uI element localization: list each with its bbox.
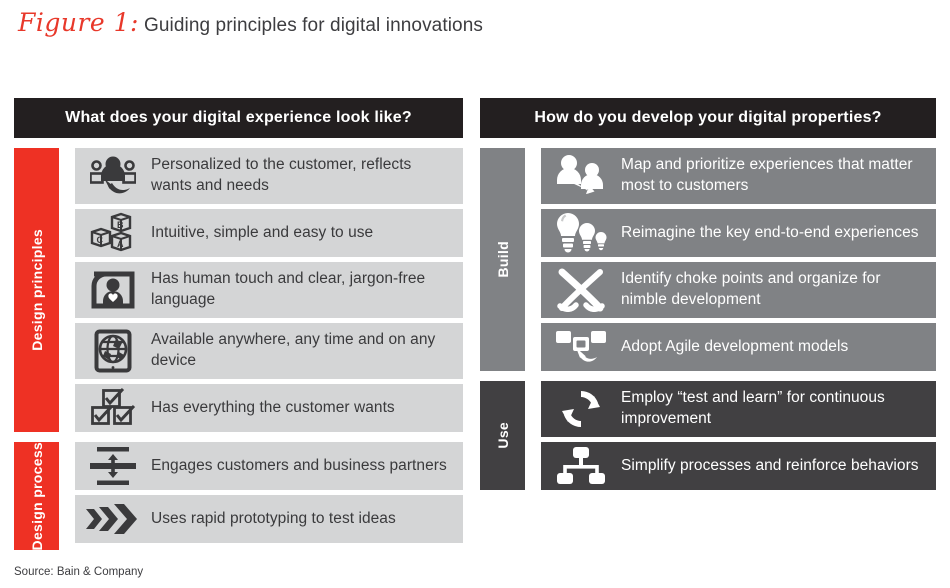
list-item-label: Reimagine the key end-to-end experiences: [621, 223, 919, 241]
figure-label: Figure 1:: [18, 8, 139, 37]
group-tab-design-principles: Design principles: [14, 148, 59, 432]
list-item-label: Has human touch and clear, jargon-free l…: [151, 270, 426, 308]
row-icon-wrapper: [75, 445, 151, 487]
two-people-arrow-icon: [555, 154, 607, 198]
svg-text:B: B: [117, 220, 124, 230]
list-item-label: Adopt Agile development models: [621, 337, 849, 355]
org-chart-icon: [556, 446, 606, 486]
list-item[interactable]: Engages customers and business partners: [75, 442, 463, 490]
row-icon-wrapper: [541, 446, 621, 486]
right-column: How do you develop your digital properti…: [480, 98, 936, 490]
group-tab-label: Design principles: [28, 229, 45, 351]
row-icon-wrapper: [541, 387, 621, 431]
list-item[interactable]: Adopt Agile development models: [541, 323, 936, 371]
page-title: Figure 1: Guiding principles for digital …: [18, 8, 483, 37]
svg-text:A: A: [117, 239, 124, 249]
row-icon-wrapper: [541, 268, 621, 312]
people-group-icon: [90, 155, 136, 197]
row-icon-wrapper: [541, 326, 621, 368]
left-column: What does your digital experience look l…: [14, 98, 463, 551]
row-icon-wrapper: [541, 211, 621, 255]
list-item[interactable]: Map and prioritize experiences that matt…: [541, 148, 936, 204]
list-item-label: Has everything the customer wants: [151, 398, 395, 416]
list-item-label: Intuitive, simple and easy to use: [151, 223, 374, 241]
triple-chevron-arrow-icon: [86, 503, 140, 535]
group-build: Build Map and prioritize experiences tha…: [480, 148, 936, 371]
list-item-label: Employ “test and learn” for continuous i…: [621, 389, 885, 427]
list-item-label: Uses rapid prototyping to test ideas: [151, 509, 396, 527]
group-tab-design-process: Design process: [14, 442, 59, 551]
circular-refresh-icon: [558, 387, 604, 431]
list-item[interactable]: Identify choke points and organize for n…: [541, 262, 936, 318]
list-item[interactable]: Employ “test and learn” for continuous i…: [541, 381, 936, 437]
source-note: Source: Bain & Company: [14, 566, 144, 578]
row-icon-wrapper: [75, 387, 151, 429]
list-item[interactable]: Simplify processes and reinforce behavio…: [541, 442, 936, 490]
list-item-label: Identify choke points and organize for n…: [621, 270, 881, 308]
group-rows: Engages customers and business partners …: [75, 442, 463, 550]
group-tab-label: Design process: [28, 442, 45, 551]
group-tab-label: Build: [494, 241, 511, 278]
group-tab-label: Use: [494, 422, 511, 449]
list-item-label: Personalized to the customer, reflects w…: [151, 156, 412, 194]
list-item-label: Available anywhere, any time and on any …: [151, 331, 436, 369]
compress-arrows-icon: [88, 445, 138, 487]
list-item[interactable]: Has human touch and clear, jargon-free l…: [75, 262, 463, 318]
right-column-header: How do you develop your digital properti…: [480, 98, 936, 138]
list-item-label: Map and prioritize experiences that matt…: [621, 156, 913, 194]
list-item[interactable]: B C A Intuitive, simple and easy to use: [75, 209, 463, 257]
person-heart-frame-icon: [91, 270, 135, 310]
row-icon-wrapper: B C A: [75, 212, 151, 254]
row-icon-wrapper: [541, 154, 621, 198]
tablet-globe-icon: [94, 329, 132, 373]
row-icon-wrapper: [75, 270, 151, 310]
list-item[interactable]: Personalized to the customer, reflects w…: [75, 148, 463, 204]
screens-arrow-icon: [555, 326, 607, 368]
group-tab-build: Build: [480, 148, 525, 371]
right-column-groups: Build Map and prioritize experiences tha…: [480, 148, 936, 490]
figure-title-text: Guiding principles for digital innovatio…: [143, 15, 483, 36]
checkboxes-icon: [90, 387, 136, 429]
group-rows: Employ “test and learn” for continuous i…: [541, 381, 936, 490]
group-rows: Map and prioritize experiences that matt…: [541, 148, 936, 371]
left-column-header: What does your digital experience look l…: [14, 98, 463, 138]
list-item[interactable]: Available anywhere, any time and on any …: [75, 323, 463, 379]
row-icon-wrapper: [75, 155, 151, 197]
group-design-principles: Design principles Personalized to the cu…: [14, 148, 463, 432]
svg-text:C: C: [97, 235, 104, 245]
row-icon-wrapper: [75, 329, 151, 373]
row-icon-wrapper: [75, 503, 151, 535]
list-item[interactable]: Uses rapid prototyping to test ideas: [75, 495, 463, 543]
group-tab-use: Use: [480, 381, 525, 490]
abc-blocks-icon: B C A: [90, 212, 136, 254]
list-item[interactable]: Reimagine the key end-to-end experiences: [541, 209, 936, 257]
group-rows: Personalized to the customer, reflects w…: [75, 148, 463, 432]
three-lightbulbs-icon: [555, 211, 607, 255]
list-item-label: Simplify processes and reinforce behavio…: [621, 456, 919, 474]
list-item-label: Engages customers and business partners: [151, 456, 447, 474]
group-design-process: Design process Engages customers and bus…: [14, 442, 463, 551]
crossed-x-icon: [557, 268, 605, 312]
left-column-groups: Design principles Personalized to the cu…: [14, 148, 463, 551]
list-item[interactable]: Has everything the customer wants: [75, 384, 463, 432]
group-use: Use Employ “test and learn” for continuo…: [480, 381, 936, 490]
